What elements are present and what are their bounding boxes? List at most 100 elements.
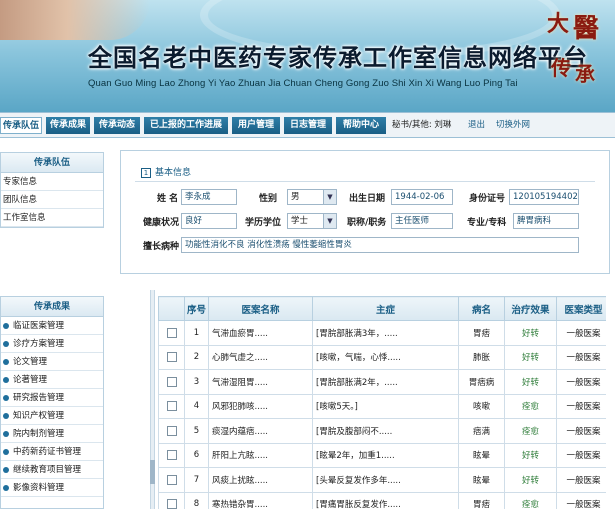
row-case-name[interactable]: 风痰上扰眩..... [208,467,313,493]
row-checkbox[interactable] [166,352,177,362]
sidebar-item-label: 中药新药证书管理 [13,447,82,457]
team-panel-header: 传承队伍 [1,153,103,173]
id-number-label: 身份证号 [469,194,506,204]
id-number-field[interactable]: 120105194402060 [509,189,579,205]
row-checkbox[interactable] [166,401,177,411]
sidebar-item-books[interactable]: 论著管理 [1,371,103,389]
sidebar-item-team-info[interactable]: 团队信息 [1,191,103,209]
row-case-name[interactable]: 肝阳上亢眩..... [208,442,313,468]
row-case-name[interactable]: 风邪犯肺咳..... [208,393,313,419]
row-select-cell[interactable] [158,344,185,370]
row-number: 7 [184,467,209,493]
nav-tab-help[interactable]: 帮助中心 [336,117,386,134]
logo-char: 醫 [573,14,600,44]
nav-tab-users[interactable]: 用户管理 [232,117,280,134]
sidebar-item-treatment-plans[interactable]: 诊疗方案管理 [1,335,103,353]
column-header-no[interactable]: 序号 [184,296,209,321]
row-select-cell[interactable] [158,320,185,346]
nav-tab-results[interactable]: 传承成果 [46,117,90,134]
column-header-symptom[interactable]: 主症 [312,296,459,321]
sidebar-item-education[interactable]: 继续教育项目管理 [1,461,103,479]
nav-tab-logs[interactable]: 日志管理 [284,117,332,134]
table-row[interactable]: 1 气滞血瘀胃..... [胃脘部胀满3年，..... 胃痞 好转 一般医案 [158,320,610,346]
logout-link[interactable]: 退出 [468,117,485,134]
sidebar-item-media[interactable]: 影像资料管理 [1,479,103,497]
name-label: 姓 名 [157,194,179,204]
row-case-name[interactable]: 痰湿内蕴痞..... [208,418,313,444]
sidebar-item-expert-info[interactable]: 专家信息 [1,173,103,191]
row-effect: 好转 [504,369,557,395]
row-checkbox[interactable] [166,499,177,509]
banner: 全国名老中医药专家传承工作室信息网络平台 Quan Guo Ming Lao Z… [0,0,615,112]
expertise-field[interactable]: 功能性消化不良 消化性溃疡 慢性萎缩性胃炎 [181,237,579,253]
row-type: 一般医案 [556,491,610,509]
bullet-icon [3,340,9,347]
sidebar-item-label: 影像资料管理 [13,483,65,493]
gender-label: 性别 [259,194,278,204]
case-table-container: 序号 医案名称 主症 病名 治疗效果 医案类型 1 气滞血瘀胃..... [胃脘部胀… [158,296,610,509]
table-row[interactable]: 5 痰湿内蕴痞..... [胃脘及腹部闷不..... 痞满 痊愈 一般医案 [158,418,610,444]
row-select-cell[interactable] [158,369,185,395]
birth-date-field[interactable]: 1944-02-06 [391,189,453,205]
row-type: 一般医案 [556,320,610,346]
sidebar-item-ip[interactable]: 知识产权管理 [1,407,103,425]
column-header-effect[interactable]: 治疗效果 [504,296,557,321]
row-type: 一般医案 [556,467,610,493]
banner-photo [0,0,150,40]
row-checkbox[interactable] [166,327,177,338]
row-disease: 咳嗽 [458,393,505,419]
row-checkbox[interactable] [166,376,177,387]
row-checkbox[interactable] [166,450,177,460]
sidebar-item-papers[interactable]: 论文管理 [1,353,103,371]
education-select[interactable]: 学士 ▼ [287,213,337,229]
expertise-label: 擅长病种 [143,242,180,252]
name-field[interactable]: 李永成 [181,189,237,205]
sidebar-item-research-reports[interactable]: 研究报告管理 [1,389,103,407]
row-type: 一般医案 [556,344,610,370]
row-select-cell[interactable] [158,467,185,493]
splitter-handle[interactable] [150,460,155,484]
column-header-case-name[interactable]: 医案名称 [208,296,313,321]
site-title-pinyin: Quan Guo Ming Lao Zhong Yi Yao Zhuan Jia… [88,78,518,89]
row-disease: 胃痞病 [458,369,505,395]
nav-tab-progress[interactable]: 已上报的工作进展 [144,117,228,134]
column-header-type[interactable]: 医案类型 [556,296,610,321]
table-row[interactable]: 2 心肺气虚之..... [咳嗽，气喘，心悸..... 肺胀 好转 一般医案 [158,344,610,370]
gender-select[interactable]: 男 ▼ [287,189,337,205]
sidebar-item-new-drug-certs[interactable]: 中药新药证书管理 [1,443,103,461]
row-type: 一般医案 [556,369,610,395]
right-edge [606,296,615,509]
nav-tab-team[interactable]: 传承队伍 [0,117,42,134]
row-select-cell[interactable] [158,442,185,468]
row-select-cell[interactable] [158,491,185,509]
table-row[interactable]: 4 风邪犯肺咳..... [咳嗽5天。] 咳嗽 痊愈 一般医案 [158,393,610,419]
nav-tab-news[interactable]: 传承动态 [94,117,140,134]
sidebar-item-preparations[interactable]: 院内制剂管理 [1,425,103,443]
row-checkbox[interactable] [166,425,177,436]
row-case-name[interactable]: 气滞湿阻胃..... [208,369,313,395]
switch-network-link[interactable]: 切换外网 [496,117,530,134]
row-checkbox[interactable] [166,474,177,485]
row-symptom: [胃脘部胀满2年，..... [312,369,459,395]
row-case-name[interactable]: 心肺气虚之..... [208,344,313,370]
row-select-cell[interactable] [158,418,185,444]
table-row[interactable]: 6 肝阳上亢眩..... [眩晕2年，加重1..... 眩晕 好转 一般医案 [158,442,610,468]
title-job-field[interactable]: 主任医师 [391,213,453,229]
column-header-disease[interactable]: 病名 [458,296,505,321]
chevron-down-icon: ▼ [323,214,336,228]
main-nav: 传承队伍 传承成果 传承动态 已上报的工作进展 用户管理 日志管理 帮助中心 秘… [0,112,615,138]
basic-info-title: 1 基本信息 [141,165,191,178]
divider [135,181,595,182]
sidebar-item-case-records[interactable]: 临证医案管理 [1,317,103,335]
sidebar-item-studio-info[interactable]: 工作室信息 [1,209,103,227]
row-case-name[interactable]: 寒热错杂胃..... [208,491,313,509]
row-disease: 胃痞 [458,320,505,346]
health-field[interactable]: 良好 [181,213,237,229]
logo-char: 大 [547,11,570,37]
table-row[interactable]: 7 风痰上扰眩..... [头晕反复发作多年..... 眩晕 好转 一般医案 [158,467,610,493]
table-row[interactable]: 3 气滞湿阻胃..... [胃脘部胀满2年，..... 胃痞病 好转 一般医案 [158,369,610,395]
specialty-field[interactable]: 脾胃病科 [513,213,579,229]
table-row[interactable]: 8 寒热错杂胃..... [胃痛胃胀反复发作..... 胃痞 痊愈 一般医案 [158,491,610,509]
row-case-name[interactable]: 气滞血瘀胃..... [208,320,313,346]
row-select-cell[interactable] [158,393,185,419]
